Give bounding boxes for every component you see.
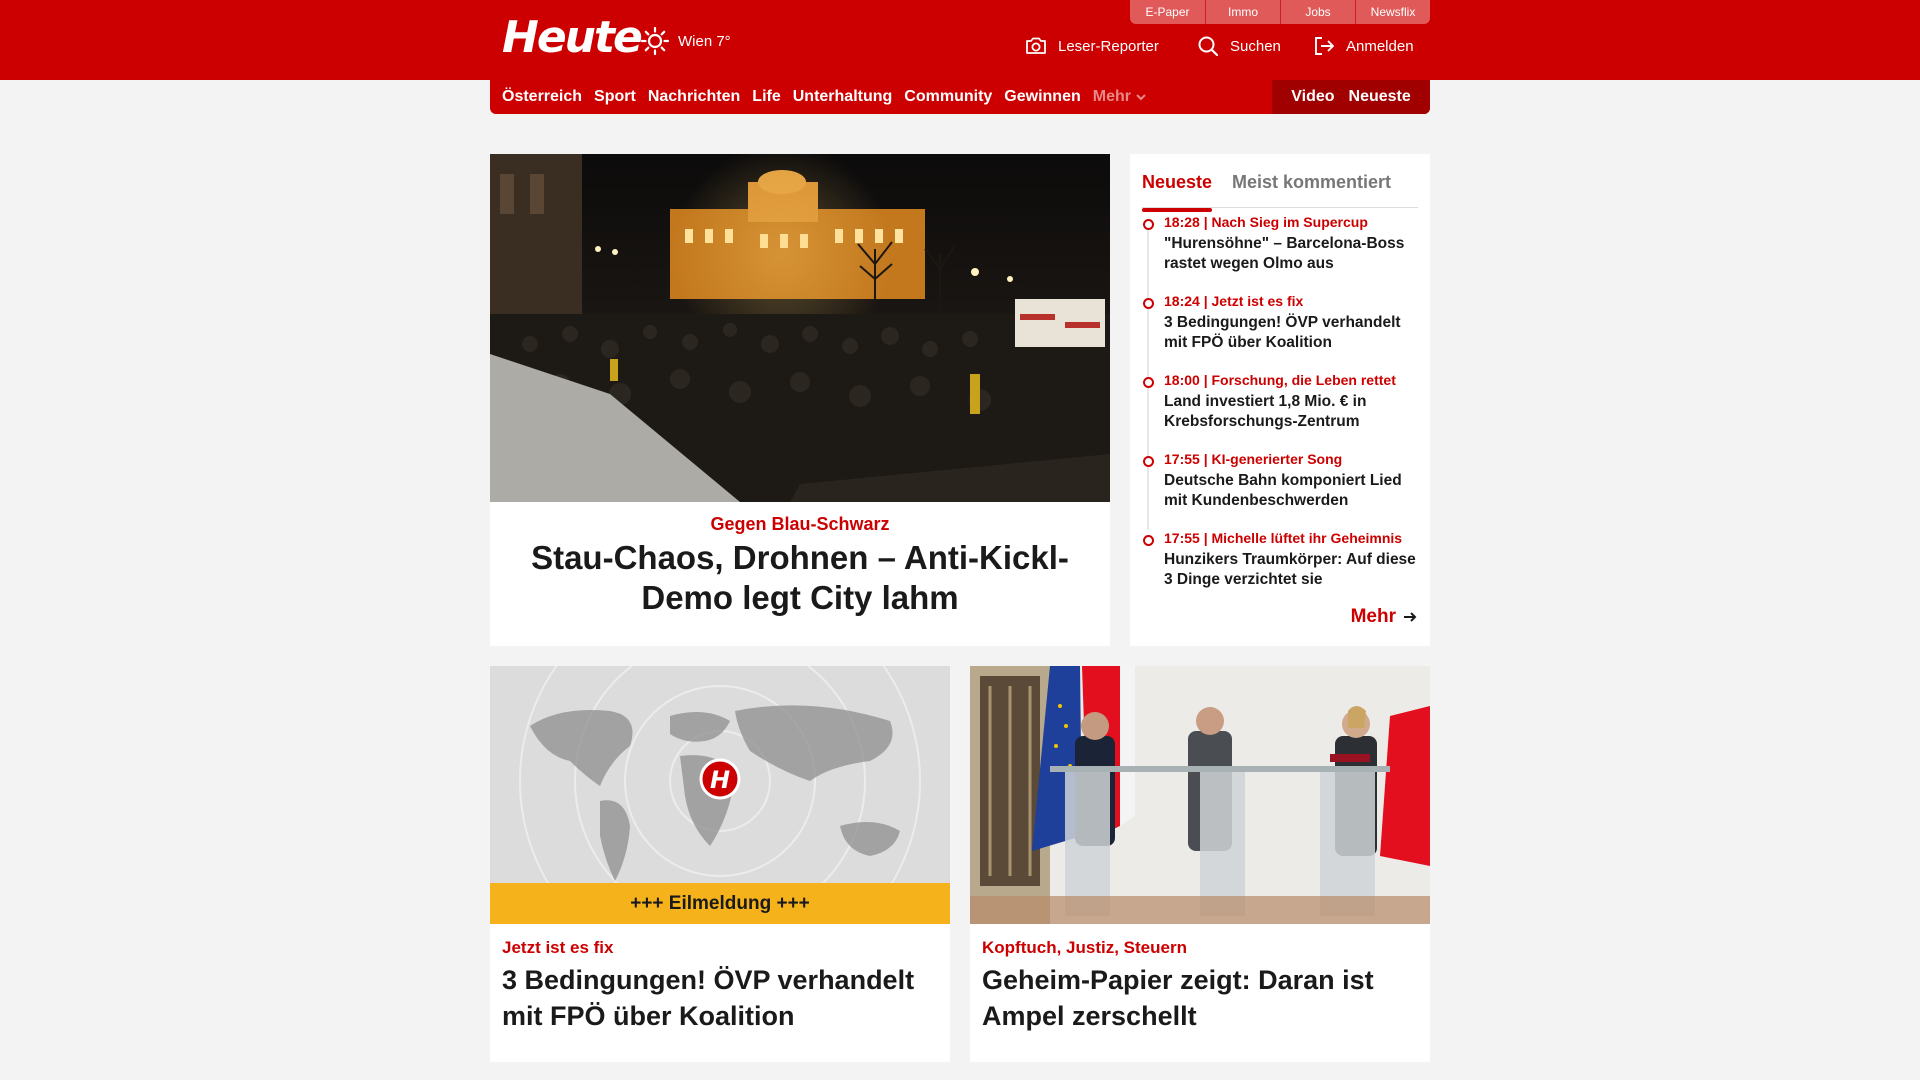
eilmeldung-banner: +++ Eilmeldung +++ bbox=[490, 883, 950, 924]
chevron-down-icon bbox=[1136, 94, 1146, 101]
article-card-eilmeldung[interactable]: H +++ Eilmeldung +++ Jetzt ist es fix 3 … bbox=[490, 666, 950, 1062]
login-button[interactable]: Anmelden bbox=[1312, 34, 1414, 58]
arrow-right-icon bbox=[1404, 612, 1417, 622]
site-header: Heute Wien 7° E-Paper Immo Jobs Newsflix… bbox=[0, 0, 1920, 80]
sidebar-tabs: Neueste Meist kommentiert bbox=[1142, 164, 1418, 212]
timeline-dot bbox=[1143, 377, 1154, 388]
hero-kicker: Gegen Blau-Schwarz bbox=[710, 514, 890, 534]
hero-image bbox=[490, 154, 1110, 502]
camera-icon bbox=[1026, 37, 1046, 54]
top-link-immo[interactable]: Immo bbox=[1205, 0, 1280, 24]
tab-meist-kommentiert[interactable]: Meist kommentiert bbox=[1232, 172, 1391, 193]
timeline-dot bbox=[1143, 298, 1154, 309]
sidebar-more-link[interactable]: Mehr bbox=[1351, 606, 1418, 628]
timeline-title[interactable]: Land investiert 1,8 Mio. € in Krebsforsc… bbox=[1164, 392, 1418, 432]
sidebar-more-label: Mehr bbox=[1350, 606, 1396, 627]
leser-reporter-label: Leser-Reporter bbox=[1058, 37, 1159, 55]
timeline-meta: 17:55 | Michelle lüftet ihr Geheimnis bbox=[1164, 530, 1403, 546]
timeline-meta: 18:28 | Nach Sieg im Supercup bbox=[1164, 214, 1368, 230]
top-link-epaper[interactable]: E-Paper bbox=[1130, 0, 1205, 24]
timeline-title[interactable]: Deutsche Bahn komponiert Lied mit Kunden… bbox=[1164, 471, 1418, 511]
nav-item-unterhaltung[interactable]: Unterhaltung bbox=[793, 88, 893, 106]
timeline-title[interactable]: Hunzikers Traumkörper: Auf diese 3 Dinge… bbox=[1164, 550, 1418, 590]
top-link-newsflix[interactable]: Newsflix bbox=[1355, 0, 1430, 24]
timeline-dot bbox=[1143, 219, 1154, 230]
heute-h-logo: H bbox=[710, 766, 730, 794]
weather-text: Wien 7° bbox=[678, 32, 731, 50]
search-button[interactable]: Suchen bbox=[1196, 34, 1281, 58]
hero-title[interactable]: Stau-Chaos, Drohnen – Anti-Kickl-Demo le… bbox=[490, 538, 1110, 618]
nav-item-sport[interactable]: Sport bbox=[594, 88, 636, 106]
nav-item-gewinnen[interactable]: Gewinnen bbox=[1004, 88, 1080, 106]
site-logo[interactable]: Heute bbox=[502, 12, 643, 63]
nav-item-community[interactable]: Community bbox=[904, 88, 992, 106]
sun-icon bbox=[640, 26, 670, 56]
press-conference-image bbox=[970, 666, 1430, 924]
leser-reporter-button[interactable]: Leser-Reporter bbox=[1024, 34, 1159, 58]
timeline-meta: 17:55 | KI-generierter Song bbox=[1164, 451, 1343, 467]
eilmeldung-image: H +++ Eilmeldung +++ bbox=[490, 666, 950, 924]
top-link-jobs[interactable]: Jobs bbox=[1280, 0, 1355, 24]
nav-item-life[interactable]: Life bbox=[752, 88, 780, 106]
timeline-dot bbox=[1143, 535, 1154, 546]
timeline-dot bbox=[1143, 456, 1154, 467]
main-nav: Österreich Sport Nachrichten Life Unterh… bbox=[490, 80, 1430, 114]
login-label: Anmelden bbox=[1346, 37, 1414, 55]
latest-news-sidebar: Neueste Meist kommentiert 18:28 | Nach S… bbox=[1130, 154, 1430, 646]
card-title[interactable]: 3 Bedingungen! ÖVP verhandelt mit FPÖ üb… bbox=[502, 962, 938, 1034]
search-icon bbox=[1198, 36, 1219, 57]
top-links: E-Paper Immo Jobs Newsflix bbox=[1130, 0, 1430, 24]
login-icon bbox=[1315, 37, 1334, 55]
timeline-meta: 18:24 | Jetzt ist es fix bbox=[1164, 293, 1304, 309]
nav-item-nachrichten[interactable]: Nachrichten bbox=[648, 88, 740, 106]
article-card-ampel[interactable]: Kopftuch, Justiz, Steuern Geheim-Papier … bbox=[970, 666, 1430, 1062]
timeline-meta: 18:00 | Forschung, die Leben rettet bbox=[1164, 372, 1396, 388]
tab-neueste[interactable]: Neueste bbox=[1142, 172, 1213, 212]
timeline-title[interactable]: 3 Bedingungen! ÖVP verhandelt mit FPÖ üb… bbox=[1164, 313, 1418, 353]
nav-item-oesterreich[interactable]: Österreich bbox=[502, 88, 582, 106]
timeline-title[interactable]: "Hurensöhne" – Barcelona-Boss rastet weg… bbox=[1164, 234, 1418, 274]
timeline-line bbox=[1147, 222, 1149, 530]
search-label: Suchen bbox=[1230, 37, 1281, 55]
hero-article[interactable]: Gegen Blau-Schwarz Stau-Chaos, Drohnen –… bbox=[490, 154, 1110, 646]
card-title[interactable]: Geheim-Papier zeigt: Daran ist Ampel zer… bbox=[982, 962, 1418, 1034]
nav-right-group: Video Neueste bbox=[1272, 80, 1430, 114]
nav-more-label: Mehr bbox=[1092, 88, 1131, 105]
nav-item-neueste[interactable]: Neueste bbox=[1349, 88, 1411, 106]
card-kicker: Kopftuch, Justiz, Steuern bbox=[982, 938, 1187, 957]
nav-item-video[interactable]: Video bbox=[1291, 88, 1334, 106]
weather-widget[interactable]: Wien 7° bbox=[640, 26, 731, 56]
card-kicker: Jetzt ist es fix bbox=[502, 938, 614, 957]
nav-more-dropdown[interactable]: Mehr bbox=[1093, 88, 1147, 106]
